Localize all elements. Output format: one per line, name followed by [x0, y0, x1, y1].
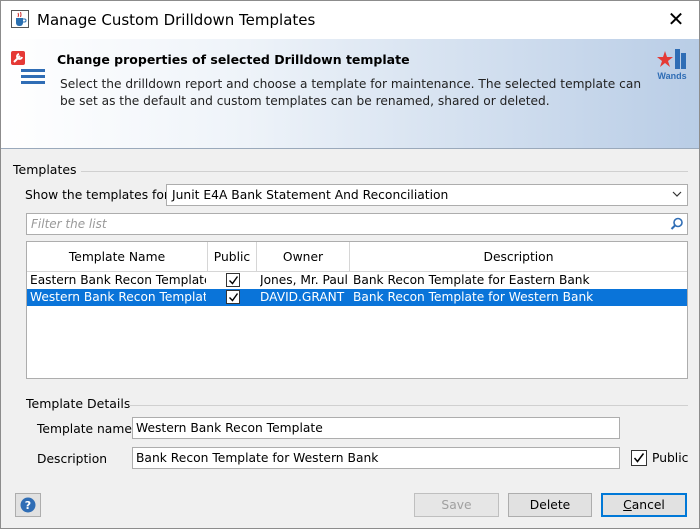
checkmark-icon: [633, 453, 645, 463]
public-checkbox[interactable]: [631, 450, 647, 466]
template-name-field[interactable]: [132, 417, 620, 439]
template-name-input[interactable]: [133, 418, 619, 438]
column-header-template-name[interactable]: Template Name: [27, 242, 208, 272]
dialog-window: Manage Custom Drilldown Templates ✕ Chan…: [0, 0, 700, 529]
row-public-checkbox[interactable]: [226, 273, 240, 287]
chevron-down-icon: [672, 191, 682, 197]
banner-title: Change properties of selected Drilldown …: [57, 52, 410, 67]
cancel-mnemonic: C: [623, 498, 632, 512]
description-field[interactable]: [132, 447, 620, 469]
row-description: Bank Recon Template for Eastern Bank: [353, 273, 590, 287]
save-button[interactable]: Save: [414, 493, 499, 517]
row-owner: Jones, Mr. Paul: [260, 273, 348, 287]
table-row[interactable]: Eastern Bank Recon Template Jones, Mr. P…: [27, 272, 687, 289]
column-header-description[interactable]: Description: [350, 242, 687, 272]
show-templates-label: Show the templates for: [25, 188, 169, 202]
description-input[interactable]: [133, 448, 619, 468]
wands-logo-text: Wands: [657, 71, 686, 81]
checkmark-icon: [229, 276, 239, 285]
delete-button[interactable]: Delete: [508, 493, 592, 517]
description-label: Description: [37, 452, 108, 466]
template-name-label: Template name: [37, 422, 132, 436]
title-bar: Manage Custom Drilldown Templates ✕: [1, 1, 699, 39]
row-template-name: Eastern Bank Recon Template: [30, 273, 206, 287]
row-public-checkbox[interactable]: [226, 290, 240, 304]
report-select-value: Junit E4A Bank Statement And Reconciliat…: [172, 188, 449, 202]
table-row-selected[interactable]: Western Bank Recon Template DAVID.GRANT …: [27, 289, 687, 306]
filter-field[interactable]: [26, 213, 688, 235]
details-group-divider: [129, 405, 688, 406]
filter-input[interactable]: [27, 214, 647, 234]
row-template-name: Western Bank Recon Template: [30, 290, 206, 304]
templates-table[interactable]: Template Name Public Owner Description E…: [26, 241, 688, 379]
column-header-public[interactable]: Public: [208, 242, 257, 272]
banner-description: Select the drilldown report and choose a…: [60, 77, 642, 108]
column-header-owner[interactable]: Owner: [257, 242, 350, 272]
details-group-label: Template Details: [26, 396, 131, 411]
cancel-button[interactable]: Cancel: [601, 493, 687, 517]
wrench-list-icon: [11, 51, 45, 84]
public-checkbox-label[interactable]: Public: [652, 451, 688, 465]
cancel-label-rest: ancel: [631, 498, 665, 512]
help-icon-glyph: ?: [25, 499, 31, 512]
wands-logo-icon: Wands: [657, 49, 687, 81]
close-button[interactable]: ✕: [661, 5, 691, 33]
help-button[interactable]: ?: [15, 493, 41, 517]
java-cup-icon: [11, 10, 29, 28]
search-icon[interactable]: [670, 217, 684, 231]
report-select[interactable]: Junit E4A Bank Statement And Reconciliat…: [166, 184, 688, 206]
templates-group-divider: [81, 171, 688, 172]
help-icon: ?: [20, 497, 36, 513]
row-description: Bank Recon Template for Western Bank: [353, 290, 594, 304]
templates-group-label: Templates: [13, 162, 77, 177]
header-banner: Change properties of selected Drilldown …: [1, 39, 699, 149]
row-owner: DAVID.GRANT: [260, 290, 345, 304]
table-header: Template Name Public Owner Description: [27, 242, 687, 272]
window-title: Manage Custom Drilldown Templates: [37, 11, 316, 29]
checkmark-icon: [229, 293, 239, 302]
